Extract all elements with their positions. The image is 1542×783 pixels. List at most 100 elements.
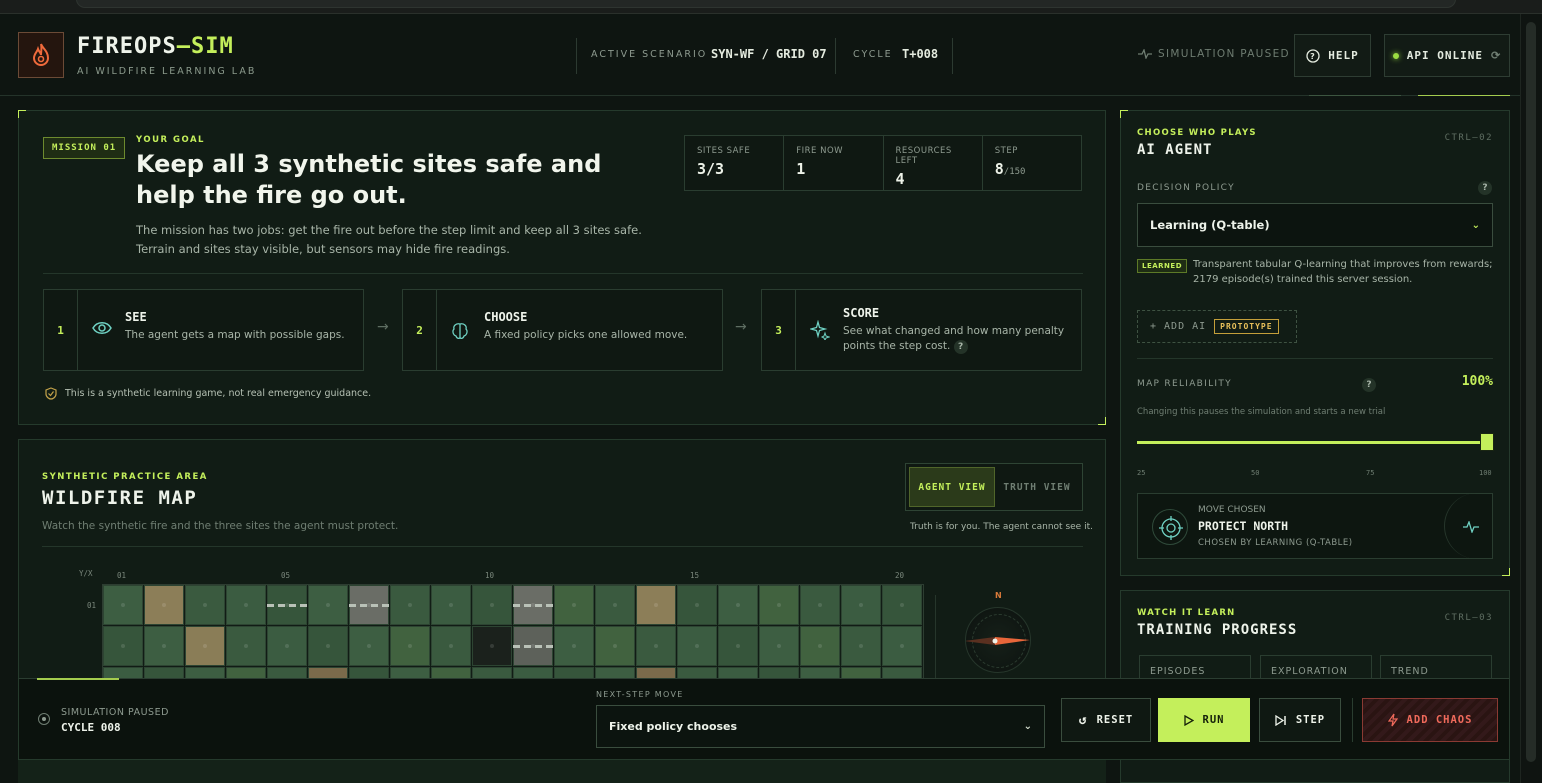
map-cell [718,626,758,666]
learned-description: Transparent tabular Q-learning that impr… [1193,259,1493,285]
x-tick: 15 [690,571,700,580]
reset-label: RESET [1096,714,1134,726]
chevron-down-icon: ⌄ [1471,219,1480,231]
divider [1137,358,1493,359]
help-hint-icon[interactable]: ? [1478,181,1492,195]
x-tick: 05 [281,571,291,580]
map-cell [144,585,184,625]
api-status-button[interactable]: API ONLINE ⟳ [1384,34,1510,77]
target-icon [1152,509,1188,545]
scrollbar-thumb[interactable] [1526,22,1536,762]
policy-select[interactable]: Learning (Q-table) ⌄ [1137,203,1493,247]
divider [42,546,1083,547]
truth-view-tab[interactable]: TRUTH VIEW [995,467,1079,507]
move-chosen-value: PROTECT NORTH [1198,519,1289,533]
map-cell [759,585,799,625]
map-cell [185,626,225,666]
reliability-note: Changing this pauses the simulation and … [1137,407,1386,417]
header-divider [952,38,953,74]
map-cell [841,626,881,666]
add-ai-button[interactable]: + ADD AI PROTOTYPE [1137,310,1297,343]
map-cell [431,626,471,666]
reset-button[interactable]: ↺ RESET [1061,698,1151,742]
cycle-label: CYCLE [853,49,893,60]
step-number: 2 [403,290,437,370]
road-segment [349,604,389,607]
add-ai-label: + ADD AI [1150,321,1207,332]
reliability-value: 100% [1461,374,1493,389]
help-button[interactable]: ? HELP [1294,34,1371,77]
map-cell [390,626,430,666]
map-cell [267,626,307,666]
map-cell [226,626,266,666]
stat-sites-safe: SITES SAFE 3/3 [685,136,785,190]
online-dot-icon [1392,52,1399,59]
agent-panel: CHOOSE WHO PLAYS AI AGENT CTRL—02 DECISI… [1120,110,1510,576]
scenario-value: SYN-WF / GRID 07 [711,47,827,61]
bar-status: SIMULATION PAUSED [61,707,169,718]
agent-title: AI AGENT [1137,142,1213,158]
y-tick: 01 [87,601,97,610]
stat-value: 3/3 [697,160,725,178]
corner-accent [18,110,26,118]
app-header: FIREOPS—SIM AI WILDFIRE LEARNING LAB ACT… [0,14,1520,96]
step-number: 1 [44,290,78,370]
arrow-right-icon: → [735,319,747,335]
x-tick: 20 [895,571,905,580]
pulse-icon [1138,49,1152,59]
control-bar: SIMULATION PAUSED CYCLE 008 NEXT-STEP MO… [18,678,1510,760]
cycle-value: T+008 [902,47,939,61]
road-segment [513,645,553,648]
reliability-label: MAP RELIABILITY [1137,379,1232,389]
map-label: SYNTHETIC PRACTICE AREA [42,472,208,482]
add-chaos-label: ADD CHAOS [1406,714,1473,726]
header-divider [576,38,577,74]
stat-value: 1 [796,160,806,178]
step-card-score: 3 SCORE See what changed and how many pe… [761,289,1082,371]
stat-fire-now: FIRE NOW 1 [784,136,884,190]
run-button[interactable]: RUN [1158,698,1250,742]
reliability-slider-track[interactable] [1137,441,1493,444]
map-cell [800,585,840,625]
add-chaos-button[interactable]: ADD CHAOS [1362,698,1498,742]
map-cell [185,585,225,625]
simulation-status-text: SIMULATION PAUSED [1158,48,1290,60]
move-chosen-label: MOVE CHOSEN [1198,505,1266,515]
map-title: WILDFIRE MAP [42,487,198,509]
training-label: WATCH IT LEARN [1137,608,1236,618]
header-accent-line [1418,95,1510,96]
agent-view-tab[interactable]: AGENT VIEW [909,467,995,507]
map-cell [349,626,389,666]
map-cell [431,585,471,625]
corner-accent [1120,110,1128,118]
app-subtitle: AI WILDFIRE LEARNING LAB [77,66,257,77]
browser-url-bar[interactable] [76,0,1456,8]
accent-line [37,678,119,680]
map-cell [308,585,348,625]
axis-corner-label: Y/X [79,569,93,578]
map-cell [677,585,717,625]
wildfire-grid[interactable] [102,584,924,684]
next-move-select[interactable]: Fixed policy chooses ⌄ [596,705,1045,748]
next-move-value: Fixed policy chooses [609,720,738,733]
run-label: RUN [1202,714,1225,726]
x-tick: 10 [485,571,495,580]
step-button[interactable]: STEP [1259,698,1341,742]
learned-badge: LEARNED [1137,259,1188,273]
api-status-label: API ONLINE [1406,49,1483,62]
next-move-label: NEXT-STEP MOVE [596,690,684,699]
lightning-icon [1387,713,1398,727]
slider-tick: 75 [1366,469,1375,477]
stat-label: FIRE NOW [796,146,844,156]
help-hint-icon[interactable]: ? [1362,378,1376,392]
map-cell [882,626,922,666]
help-hint-icon[interactable]: ? [953,340,968,354]
training-title: TRAINING PROGRESS [1137,622,1298,638]
road-segment [513,604,553,607]
play-icon [1183,714,1194,726]
map-cell [308,626,348,666]
stat-label: SITES SAFE [697,146,751,156]
reliability-slider-thumb[interactable] [1480,433,1494,451]
map-cell [800,626,840,666]
step-title: SCORE [843,306,880,320]
